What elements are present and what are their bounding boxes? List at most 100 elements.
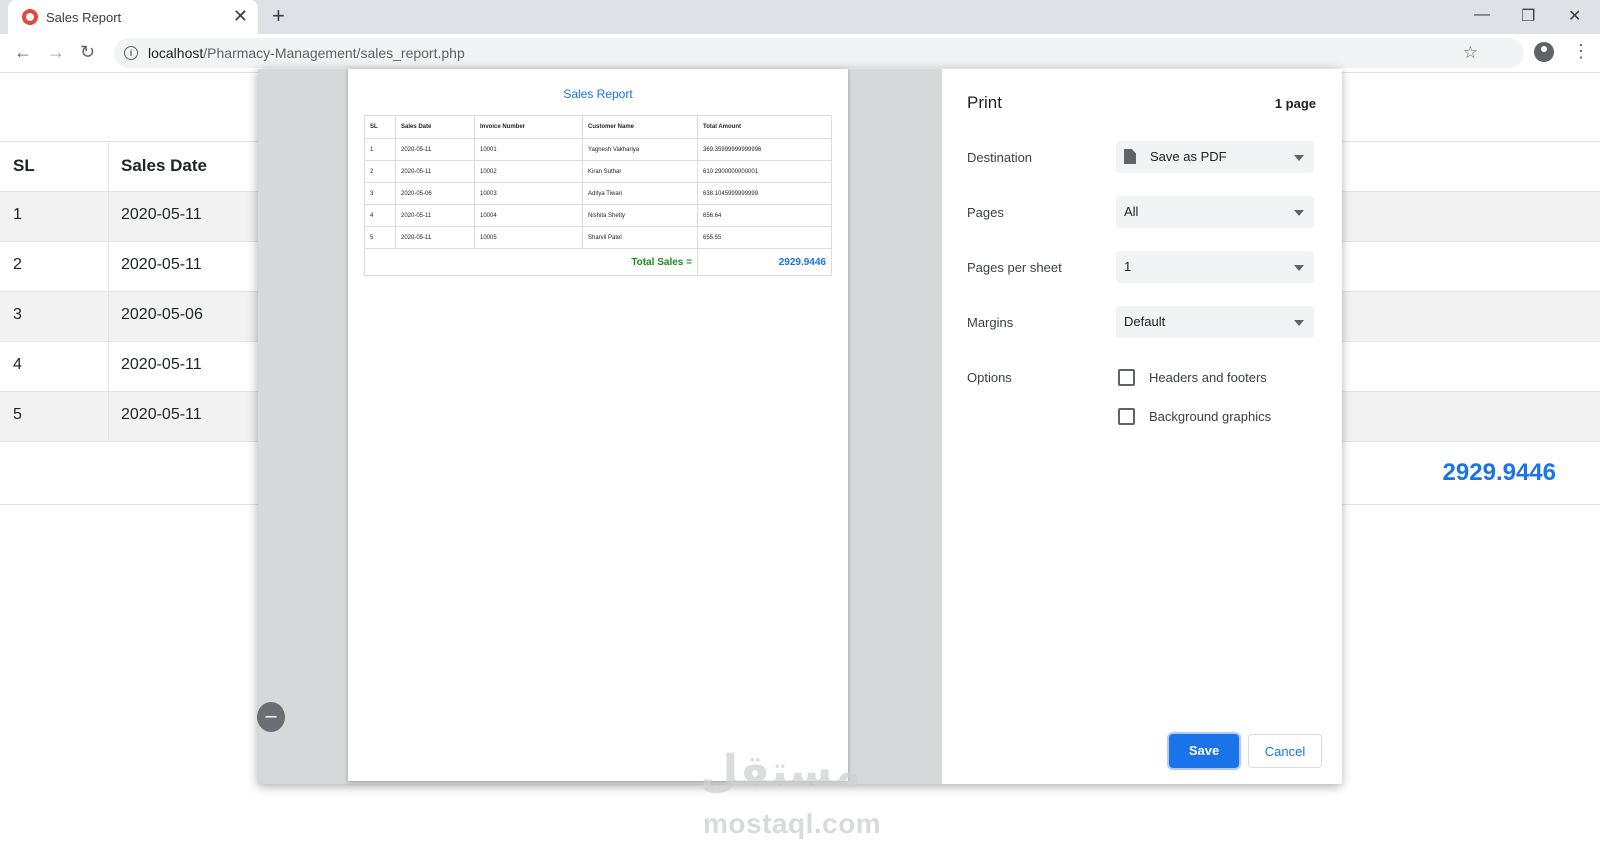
pages-value: All [1124,204,1139,219]
close-tab-icon[interactable]: ✕ [233,7,248,25]
save-button[interactable]: Save [1169,734,1239,768]
tab-title: Sales Report [46,10,122,25]
row-date: 2020-05-11 [121,256,202,273]
file-icon [1124,149,1136,164]
chevron-down-icon [1294,210,1304,216]
preview-row: 3 2020-05-06 10003 Aditya Tiwari 638.104… [364,182,832,205]
url-path: /Pharmacy-Management/sales_report.php [203,45,465,61]
header-sales-date: Sales Date [121,156,207,175]
preview-cell: 2 [364,160,396,183]
preview-header-cell: SL [364,115,396,139]
preview-cell: 5 [364,226,396,249]
close-window-button[interactable]: ✕ [1568,6,1581,26]
destination-value: Save as PDF [1150,149,1227,164]
preview-cell: 3 [364,182,396,205]
preview-cell: 10005 [474,226,583,249]
preview-table: SL Sales Date Invoice Number Customer Na… [364,115,832,276]
tab-strip: Sales Report ✕ + — ❐ ✕ [0,0,1600,34]
favicon-icon [22,9,38,25]
preview-cell: 369.35999999999996 [697,138,832,161]
reload-icon[interactable]: ↻ [80,42,95,62]
menu-kebab-icon[interactable]: ⋮ [1572,41,1590,62]
headers-footers-label[interactable]: Headers and footers [1149,370,1267,385]
address-bar[interactable]: i localhost/Pharmacy-Management/sales_re… [114,38,1524,68]
preview-header-cell: Sales Date [395,115,475,139]
row-sl: 4 [13,356,22,373]
row-sl: 2 [13,256,22,273]
preview-cell: Yagnesh Vakhariya [582,138,698,161]
row-date: 2020-05-11 [121,406,202,423]
watermark-arabic: مستقل [700,746,861,797]
print-dialog: Sales Report SL Sales Date Invoice Numbe… [257,69,1342,784]
pages-select[interactable]: All [1116,196,1314,228]
chevron-down-icon [1294,320,1304,326]
column-divider [108,142,109,192]
print-settings-panel: Print 1 page Destination Save as PDF Pag… [941,69,1342,784]
preview-cell: 2020-05-11 [395,204,475,227]
preview-cell: 610.2900000000001 [697,160,832,183]
pages-per-sheet-label: Pages per sheet [967,260,1062,275]
forward-icon[interactable]: → [47,42,65,62]
column-divider [108,192,109,242]
watermark-text: mostaql.com [703,808,882,839]
preview-cell: Kiran Suthar [582,160,698,183]
background-graphics-label[interactable]: Background graphics [1149,409,1271,424]
pages-per-sheet-select[interactable]: 1 [1116,251,1314,283]
options-label: Options [967,370,1012,385]
headers-footers-checkbox[interactable] [1118,369,1135,386]
info-icon[interactable]: i [124,46,138,60]
tab-sales-report[interactable]: Sales Report ✕ [8,0,258,34]
preview-cell: 10003 [474,182,583,205]
row-date: 2020-05-11 [121,206,202,223]
row-date: 2020-05-11 [121,356,202,373]
preview-header-row: SL Sales Date Invoice Number Customer Na… [364,115,832,139]
background-total: 2929.9446 [1442,459,1556,486]
pages-label: Pages [967,205,1004,220]
preview-cell: 10002 [474,160,583,183]
preview-cell: 4 [364,204,396,227]
header-sl: SL [13,156,35,175]
row-sl: 5 [13,406,22,423]
margins-select[interactable]: Default [1116,306,1314,338]
url-host: localhost [148,45,204,61]
new-tab-button[interactable]: + [272,5,285,27]
preview-header-cell: Invoice Number [474,115,583,139]
profile-avatar-icon[interactable] [1534,42,1554,62]
print-title: Print [967,93,1002,112]
bookmark-star-icon[interactable]: ☆ [1463,43,1478,63]
restore-button[interactable]: ❐ [1521,6,1535,26]
background-graphics-checkbox[interactable] [1118,408,1135,425]
back-icon[interactable]: ← [14,42,32,62]
preview-row: 2 2020-05-11 10002 Kiran Suthar 610.2900… [364,160,832,183]
column-divider [108,342,109,392]
preview-cell: 10004 [474,204,583,227]
preview-row: 4 2020-05-11 10004 Nishita Shetty 656.64 [364,204,832,227]
zoom-out-button[interactable]: – [257,702,285,732]
preview-total-label: Total Sales = [364,248,698,276]
minimize-button[interactable]: — [1474,6,1490,24]
destination-select[interactable]: Save as PDF [1116,141,1314,173]
preview-cell: 2020-05-06 [395,182,475,205]
destination-label: Destination [967,150,1033,165]
preview-cell: Sharvil Patel [582,226,698,249]
preview-cell: 2020-05-11 [395,160,475,183]
column-divider [108,392,109,442]
preview-row: 1 2020-05-11 10001 Yagnesh Vakhariya 369… [364,138,832,161]
preview-cell: 1 [364,138,396,161]
row-date: 2020-05-06 [121,306,203,323]
preview-row: 5 2020-05-11 10005 Sharvil Patel 655.55 [364,226,832,249]
preview-page: Sales Report SL Sales Date Invoice Numbe… [348,69,848,781]
print-preview-area: Sales Report SL Sales Date Invoice Numbe… [257,69,941,784]
pages-per-sheet-value: 1 [1124,259,1132,274]
preview-cell: 2020-05-11 [395,226,475,249]
preview-total-value: 2929.9446 [697,248,832,276]
column-divider [108,242,109,292]
row-sl: 3 [13,306,22,323]
page-count: 1 page [1274,96,1316,111]
preview-total-row: Total Sales = 2929.9446 [364,248,832,276]
chevron-down-icon [1294,265,1304,271]
row-sl: 1 [13,206,22,223]
url-text: localhost/Pharmacy-Management/sales_repo… [148,45,465,61]
preview-header-cell: Customer Name [582,115,698,139]
cancel-button[interactable]: Cancel [1248,734,1322,768]
